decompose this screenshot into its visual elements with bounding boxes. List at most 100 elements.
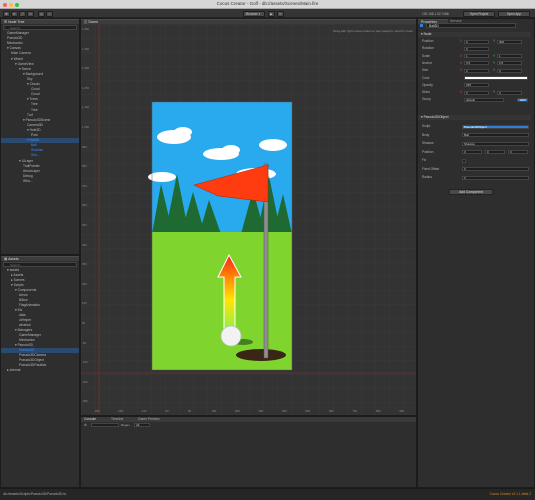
group-select[interactable]: default: [464, 97, 504, 102]
property-x-input[interactable]: 1: [464, 54, 489, 59]
console-tab[interactable]: Console: [84, 417, 96, 422]
regex-toggle[interactable]: Regex: [121, 423, 130, 427]
tree-node-item[interactable]: ▾ Clouds: [27, 82, 40, 86]
refresh-button[interactable]: ↻: [277, 11, 284, 17]
tree-node-item[interactable]: Sha...: [31, 153, 40, 157]
asset-item[interactable]: uiHelper: [19, 318, 31, 322]
open-app-button[interactable]: Open App: [498, 11, 530, 17]
property-x-input[interactable]: 0: [464, 68, 489, 73]
local-toggle-button[interactable]: ⌂: [46, 11, 53, 17]
asset-item[interactable]: FlagAnimation: [19, 303, 40, 307]
preview-mode-select[interactable]: Browser ▾: [243, 11, 265, 17]
tree-node-item[interactable]: ▾ Canvas: [7, 46, 21, 50]
asset-item[interactable]: ▸ internal: [7, 368, 20, 372]
node-search-input[interactable]: Search...: [3, 25, 77, 30]
timeline-tab[interactable]: Timeline: [111, 417, 123, 422]
tree-node-item[interactable]: ▾ Ball3D: [27, 138, 39, 142]
scene-viewport[interactable]: [81, 24, 416, 415]
asset-reference-field[interactable]: Pseudo3DObject: [462, 124, 529, 129]
game-canvas[interactable]: [148, 102, 292, 370]
tree-node-item[interactable]: ▾ Trees: [27, 97, 38, 101]
property-y-input[interactable]: 0: [497, 90, 522, 95]
component-x-input[interactable]: 0: [462, 150, 482, 154]
add-component-button[interactable]: Add Component: [449, 189, 493, 195]
tree-node-item[interactable]: Turf: [27, 113, 33, 117]
assets-tab[interactable]: ▤ Assets: [1, 256, 79, 261]
asset-item[interactable]: GameManager: [19, 333, 41, 337]
clear-console-icon[interactable]: ⊘: [84, 423, 87, 427]
tree-node-item[interactable]: Tree: [31, 102, 38, 106]
component-y-input[interactable]: 0: [485, 150, 505, 154]
tree-node-item[interactable]: ▾ Hole3D: [27, 128, 41, 132]
tree-node-item[interactable]: Ball: [31, 143, 37, 147]
asset-item[interactable]: ▾ Components: [15, 288, 36, 292]
open-project-button[interactable]: Open Project: [463, 11, 495, 17]
asset-item[interactable]: data: [19, 313, 25, 317]
property-y-input[interactable]: 0: [497, 68, 522, 73]
property-x-input[interactable]: 0.5: [464, 61, 489, 66]
node-section-header[interactable]: ▾ Node: [418, 32, 531, 37]
tree-node-item[interactable]: ▾ UILayer: [19, 159, 33, 163]
component-section-header[interactable]: ▾ Pseudo3DObject: [418, 115, 531, 120]
tree-node-item[interactable]: Camera3D: [27, 123, 43, 127]
move-tool-button[interactable]: ✥: [3, 11, 10, 17]
tree-node-item[interactable]: Main Camera: [11, 51, 31, 55]
tree-node-item[interactable]: TrailPointer: [23, 164, 40, 168]
asset-item[interactable]: ▾ Pseudo3D: [15, 343, 33, 347]
asset-item[interactable]: ▸ Assets: [11, 273, 23, 277]
tree-node-item[interactable]: Post: [31, 133, 38, 137]
component-input[interactable]: 0: [462, 175, 529, 180]
tree-node-item[interactable]: ▾ Background: [23, 72, 43, 76]
asset-search-input[interactable]: Search...: [3, 262, 77, 267]
asset-item[interactable]: whatnot: [19, 323, 31, 327]
fix-checkbox[interactable]: [462, 158, 466, 163]
property-y-input[interactable]: 300: [497, 39, 522, 44]
property-y-input[interactable]: 0.5: [497, 61, 522, 66]
console-filter-input[interactable]: [91, 423, 119, 427]
asset-item[interactable]: ▾ Scripts: [11, 283, 24, 287]
tree-node-item[interactable]: Cloud: [31, 87, 40, 91]
node-active-checkbox[interactable]: [420, 24, 423, 27]
edit-group-button[interactable]: Edit: [517, 97, 528, 102]
asset-item[interactable]: ▾ assets: [7, 268, 19, 272]
property-x-input[interactable]: 0: [464, 90, 489, 95]
play-button[interactable]: ▶: [268, 11, 275, 17]
tree-node-item[interactable]: ▾ Scene: [19, 67, 31, 71]
asset-item[interactable]: Pseudo3D: [19, 348, 34, 352]
tree-node-item[interactable]: ▾ GameView: [15, 62, 34, 66]
tree-node-item[interactable]: Wha...: [23, 179, 33, 183]
tree-node-item[interactable]: ▾ Pseudo3DScene: [23, 118, 50, 122]
golf-ball[interactable]: [220, 325, 242, 347]
color-swatch[interactable]: [464, 76, 528, 80]
property-input[interactable]: 0: [464, 46, 489, 51]
tree-node-item[interactable]: GameManager: [7, 31, 29, 35]
tree-node-item[interactable]: Sky: [27, 77, 33, 81]
pivot-toggle-button[interactable]: ◎: [38, 11, 45, 17]
tree-node-item[interactable]: ArrowLayer: [23, 169, 40, 173]
property-y-input[interactable]: 1: [497, 54, 522, 59]
tree-node-item[interactable]: Tree: [31, 108, 38, 112]
asset-item[interactable]: ▸ Scenes: [11, 278, 25, 282]
asset-item[interactable]: Arrow: [19, 293, 28, 297]
component-input[interactable]: 0: [462, 167, 529, 171]
asset-item[interactable]: Billow: [19, 298, 28, 302]
node-name-input[interactable]: Ball3D: [426, 23, 516, 28]
property-input[interactable]: 255: [464, 83, 489, 88]
asset-item[interactable]: Pseudo3DCamera: [19, 353, 46, 357]
tree-node-item[interactable]: Pseudo3D: [7, 36, 22, 40]
tree-node-item[interactable]: ▾ Wheel: [11, 57, 23, 61]
component-z-input[interactable]: 0: [508, 150, 528, 154]
property-x-input[interactable]: 0: [464, 39, 489, 44]
log-level-select[interactable]: All: [134, 423, 150, 427]
game-preview-tab[interactable]: Game Preview: [138, 417, 160, 422]
asset-reference-field[interactable]: Shadow: [462, 141, 529, 146]
tree-node-item[interactable]: Cloud: [31, 92, 40, 96]
asset-item[interactable]: Pseudo3DParallax: [19, 363, 46, 367]
rect-tool-button[interactable]: ▭: [27, 11, 34, 17]
asset-reference-field[interactable]: Ball: [462, 133, 529, 137]
rotate-tool-button[interactable]: ⟳: [11, 11, 18, 17]
tree-node-item[interactable]: Mechanics: [7, 41, 23, 45]
asset-item[interactable]: ▾ Managers: [15, 328, 32, 332]
asset-item[interactable]: Mechanics: [19, 338, 35, 342]
tree-node-item[interactable]: Shadow: [31, 148, 43, 152]
